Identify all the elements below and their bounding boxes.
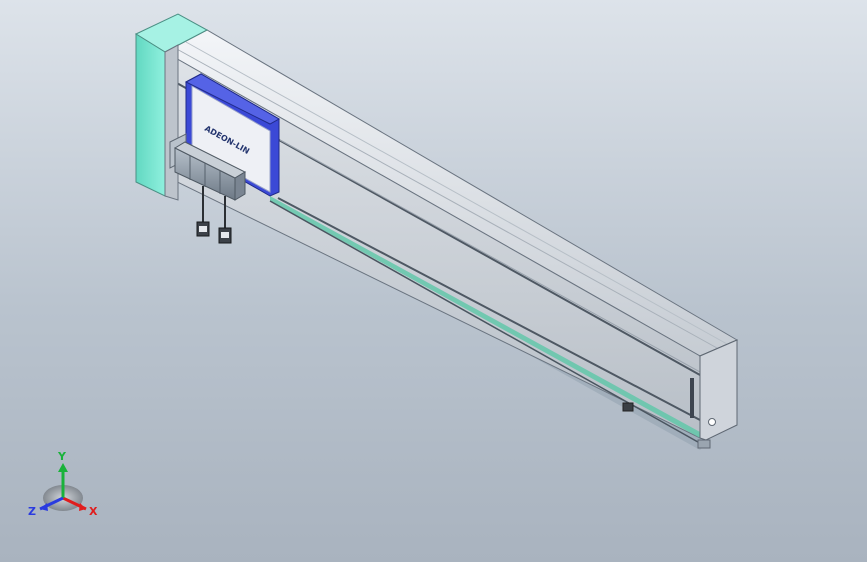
connector-2-face (221, 232, 229, 238)
right-end-foot (697, 439, 711, 449)
model-scene[interactable]: ADEON-LIN X Y Z (0, 0, 867, 562)
left-end-cap-side (164, 44, 179, 201)
right-end-plate[interactable] (699, 339, 738, 441)
left-end-cap-front[interactable] (135, 33, 166, 197)
triad-y-label: Y (57, 450, 67, 463)
triad-y-arrow (58, 463, 68, 472)
right-end-slot (690, 378, 694, 418)
axis-triad-icon[interactable]: X Y Z (28, 450, 98, 518)
connector-1-face (199, 226, 207, 232)
limit-sensor[interactable] (622, 402, 634, 412)
triad-z-label: Z (28, 505, 36, 518)
cad-viewport[interactable]: ADEON-LIN X Y Z (0, 0, 867, 562)
right-end-bolt (708, 418, 716, 426)
triad-x-label: X (89, 505, 98, 518)
